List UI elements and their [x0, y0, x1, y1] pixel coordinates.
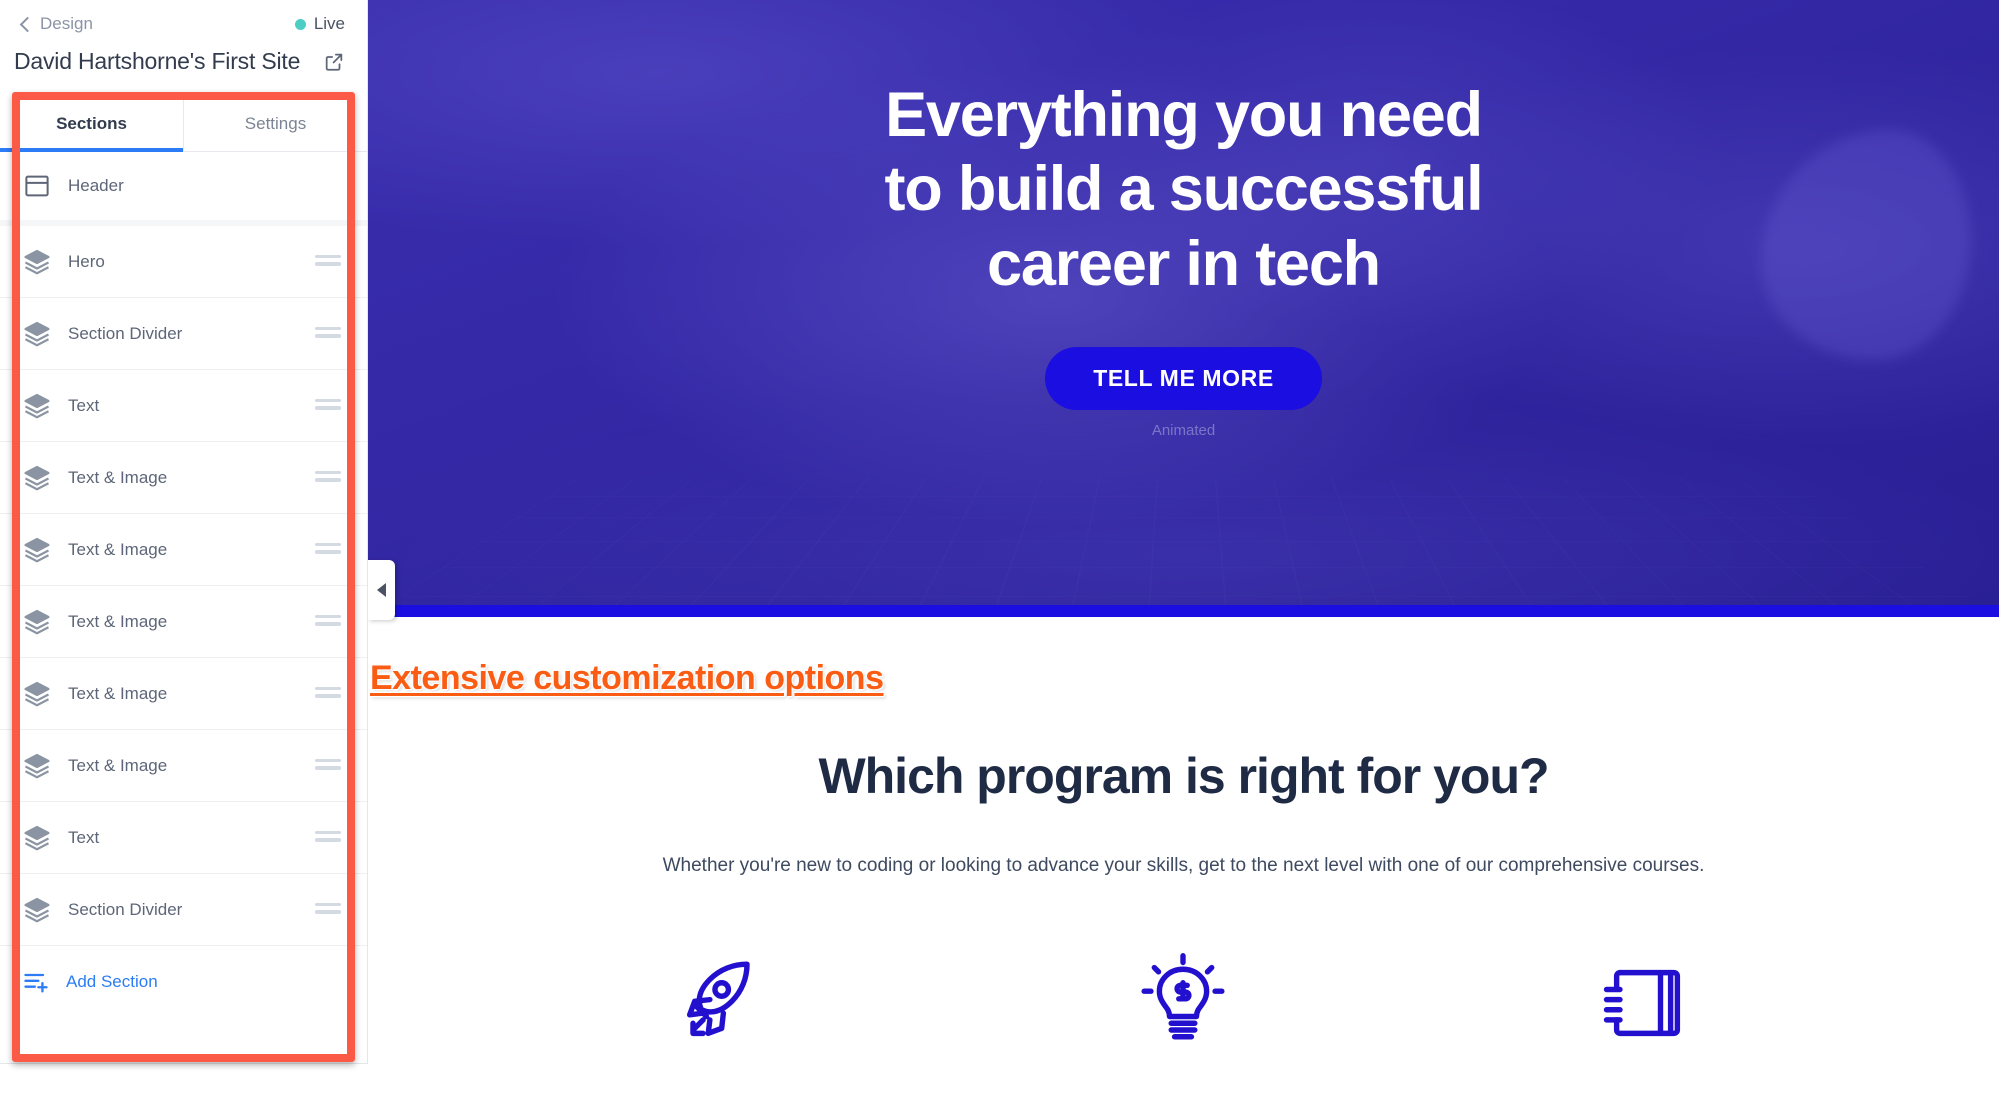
add-section-label: Add Section — [66, 972, 158, 991]
hero-heading-line-1: Everything you need — [885, 80, 1483, 150]
section-row-text-image-5[interactable]: Text & Image — [0, 730, 367, 802]
programs-subtext: Whether you're new to coding or looking … — [662, 855, 1705, 876]
site-preview: Everything you need to build a successfu… — [368, 0, 1999, 1105]
section-row-text-image-1[interactable]: Text & Image — [0, 442, 367, 514]
section-row-text-image-2[interactable]: Text & Image — [0, 514, 367, 586]
external-link-icon[interactable] — [323, 51, 345, 73]
app-root: Design Live David Hartshorne's First Sit… — [0, 0, 1999, 1105]
drag-handle-icon[interactable] — [315, 470, 341, 485]
layers-icon — [22, 391, 52, 421]
sidebar-item-header[interactable]: Header — [0, 152, 367, 226]
drag-handle-icon[interactable] — [315, 254, 341, 269]
section-row-label: Text & Image — [68, 467, 168, 487]
tab-sections-label: Sections — [56, 113, 127, 133]
hero-content: Everything you need to build a successfu… — [368, 0, 1999, 617]
page-title: David Hartshorne's First Site — [14, 48, 301, 74]
section-row-label: Text & Image — [68, 683, 168, 703]
tab-settings[interactable]: Settings — [184, 96, 367, 151]
section-row-label: Text & Image — [68, 611, 168, 631]
sections-panel: Design Live David Hartshorne's First Sit… — [0, 0, 368, 1105]
section-row-label: Text & Image — [68, 539, 168, 559]
drag-handle-icon[interactable] — [315, 758, 341, 773]
status-badge: Live — [294, 14, 345, 34]
hero-heading: Everything you need to build a successfu… — [884, 78, 1484, 301]
layers-icon — [22, 895, 52, 925]
cta-animated-caption: Animated — [1151, 421, 1216, 439]
site-title-row: David Hartshorne's First Site — [14, 48, 345, 75]
drag-handle-icon[interactable] — [315, 686, 341, 701]
live-status-dot-icon — [294, 18, 306, 30]
tab-settings-label: Settings — [244, 113, 307, 133]
tell-me-more-button[interactable]: TELL ME MORE — [1045, 346, 1322, 410]
layers-icon — [22, 319, 52, 349]
layers-icon — [22, 679, 52, 709]
hero-bottom-accent-bar — [368, 605, 1999, 617]
section-row-label: Hero — [68, 251, 105, 271]
section-row-label: Section Divider — [68, 323, 183, 343]
section-row-label: Section Divider — [68, 899, 183, 919]
section-row-divider-1[interactable]: Section Divider — [0, 298, 367, 370]
hero-heading-line-3: career in tech — [987, 228, 1381, 299]
section-row-text-image-4[interactable]: Text & Image — [0, 658, 367, 730]
feature-icon-row — [368, 877, 1999, 1057]
drag-handle-icon[interactable] — [315, 830, 341, 845]
programs-heading: Which program is right for you? — [818, 748, 1549, 804]
chevron-left-icon — [19, 16, 36, 32]
section-row-label: Text & Image — [68, 755, 168, 775]
back-to-design-link[interactable]: Design — [19, 14, 93, 34]
list-plus-icon — [22, 968, 50, 996]
preview-hero-section: Everything you need to build a successfu… — [368, 0, 1999, 617]
layers-icon — [22, 751, 52, 781]
drag-handle-icon[interactable] — [315, 326, 341, 341]
drag-handle-icon[interactable] — [315, 902, 341, 917]
section-row-label: Text — [68, 827, 100, 847]
live-status-label: Live — [313, 14, 345, 33]
hero-heading-line-2: to build a successful — [884, 154, 1484, 225]
sidebar-item-label: Header — [68, 176, 124, 195]
layers-icon — [22, 607, 52, 637]
annotation-text: Extensive customization options — [370, 659, 884, 697]
drag-handle-icon[interactable] — [315, 542, 341, 557]
section-row-text-1[interactable]: Text — [0, 370, 367, 442]
section-row-text-2[interactable]: Text — [0, 802, 367, 874]
collapse-panel-button[interactable] — [368, 560, 395, 620]
tab-sections[interactable]: Sections — [0, 96, 184, 152]
lightbulb-dollar-icon — [1129, 949, 1237, 1057]
panel-tabs: Sections Settings — [0, 96, 367, 152]
notebook-icon — [1593, 949, 1701, 1057]
section-row-divider-2[interactable]: Section Divider — [0, 874, 367, 946]
sections-list: Header Hero Section Divider Text Text & … — [0, 152, 367, 1018]
layers-icon — [22, 463, 52, 493]
rocket-icon — [666, 949, 774, 1057]
section-row-text-image-3[interactable]: Text & Image — [0, 586, 367, 658]
section-row-label: Text — [68, 395, 100, 415]
panel-header: Design Live David Hartshorne's First Sit… — [0, 0, 367, 92]
section-row-hero[interactable]: Hero — [0, 226, 367, 298]
triangle-left-icon — [377, 583, 386, 597]
drag-handle-icon[interactable] — [315, 614, 341, 629]
layers-icon — [22, 535, 52, 565]
add-section-button[interactable]: Add Section — [0, 946, 367, 1018]
layout-icon — [22, 171, 52, 201]
preview-programs-section: Extensive customization options Which pr… — [368, 617, 1999, 1057]
back-link-label: Design — [40, 14, 93, 33]
drag-handle-icon[interactable] — [315, 398, 341, 413]
layers-icon — [22, 247, 52, 277]
layers-icon — [22, 823, 52, 853]
panel-bottom-strip — [0, 1063, 368, 1105]
